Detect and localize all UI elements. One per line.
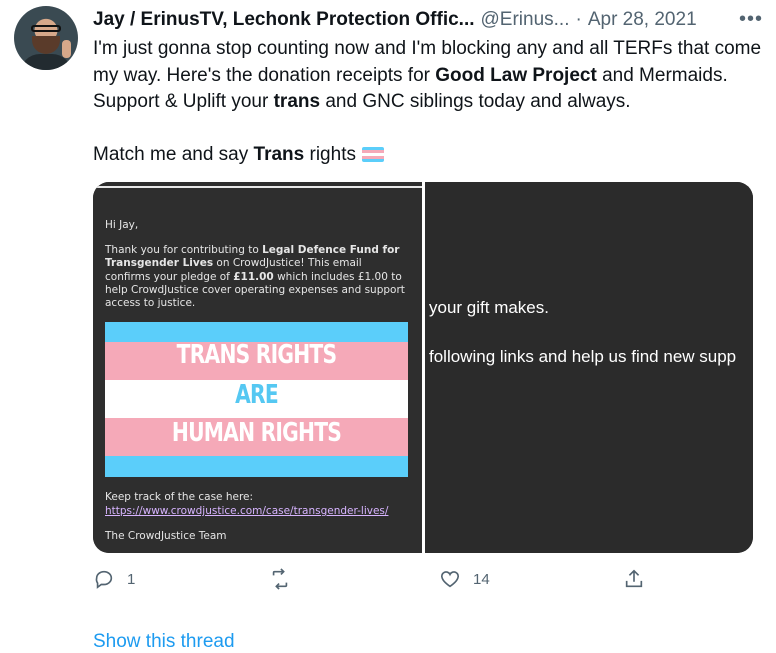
email-body: Thank you for contributing to Legal Defe… (105, 244, 410, 310)
tweet-text-segment: rights (304, 143, 356, 165)
tweet-media[interactable]: Hi Jay, Thank you for contributing to Le… (93, 182, 753, 553)
tweet-text-segment: and GNC siblings today and always. (320, 91, 631, 112)
track-label: Keep track of the case here: (105, 491, 254, 503)
avatar[interactable] (14, 6, 78, 70)
heart-icon (440, 571, 460, 588)
email-bold-segment: £11.00 (233, 270, 274, 283)
author-handle[interactable]: @Erinus... (481, 9, 570, 31)
transgender-flag-icon (361, 146, 384, 162)
right-image-line-1: your gift makes. (429, 298, 549, 317)
share-button[interactable] (623, 568, 645, 590)
tweet-paragraph-2: Match me and say Trans rights (93, 142, 763, 169)
reply-button[interactable]: 1 (93, 568, 135, 590)
tweet-text-segment: Match me and say (93, 143, 254, 165)
tweet-actions: 1 14 (93, 568, 713, 596)
tweet-bold-segment: Trans (253, 143, 305, 165)
tweet-bold-segment: trans (273, 91, 321, 112)
email-signoff: The CrowdJustice Team (105, 530, 227, 542)
reply-icon (95, 570, 113, 589)
email-greeting: Hi Jay, (105, 219, 139, 231)
tweet-header: Jay / ErinusTV, Lechonk Protection Offic… (93, 8, 763, 32)
retweet-button[interactable] (269, 568, 303, 590)
reply-count: 1 (127, 570, 136, 588)
separator-dot: · (575, 9, 582, 30)
more-options-icon[interactable]: ••• (739, 8, 763, 31)
email-text-segment: Thank you for contributing to (105, 244, 263, 256)
banner-line-2: ARE (235, 380, 279, 410)
show-thread-link[interactable]: Show this thread (93, 631, 235, 653)
trans-rights-banner: TRANS RIGHTS ARE HUMAN RIGHTS (105, 322, 408, 477)
avatar-beard (32, 36, 60, 54)
media-image-left[interactable]: Hi Jay, Thank you for contributing to Le… (93, 182, 422, 553)
avatar-glasses (31, 25, 61, 32)
banner-line-1: TRANS RIGHTS (176, 340, 337, 370)
author-name[interactable]: Jay / ErinusTV, Lechonk Protection Offic… (93, 9, 475, 31)
tweet-date[interactable]: Apr 28, 2021 (588, 9, 697, 31)
tweet-paragraph-1: I'm just gonna stop counting now and I'm… (93, 36, 763, 116)
media-image-right[interactable]: your gift makes. following links and hel… (425, 182, 753, 553)
image-top-line (93, 186, 422, 188)
like-count: 14 (473, 570, 490, 588)
avatar-hand (62, 40, 71, 58)
banner-line-3: HUMAN RIGHTS (171, 418, 342, 448)
like-button[interactable]: 14 (439, 568, 490, 590)
retweet-icon (272, 568, 288, 590)
tweet-bold-segment: Good Law Project (435, 64, 597, 86)
case-link[interactable]: https://www.crowdjustice.com/case/transg… (105, 505, 410, 518)
right-image-line-2: following links and help us find new sup… (429, 347, 737, 366)
share-icon (625, 569, 643, 588)
tweet-body: I'm just gonna stop counting now and I'm… (93, 36, 763, 168)
